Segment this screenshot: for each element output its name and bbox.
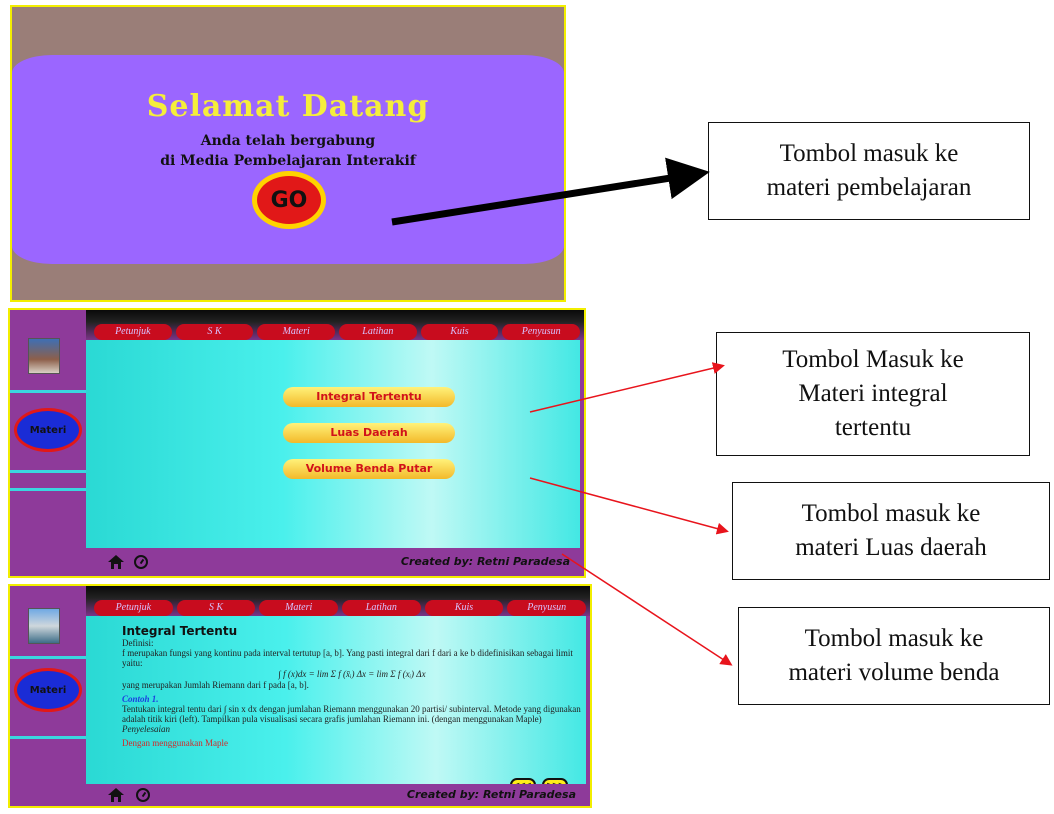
integral-content-panel: Materi Petunjuk S K Materi Latihan Kuis … — [8, 584, 592, 808]
thumbnail-image — [28, 608, 60, 644]
callout-volume-line-2: materi volume benda — [788, 659, 1000, 686]
callout-go: Tombol masuk ke materi pembelajaran — [708, 122, 1030, 220]
footer-bar: Created by: Retni Paradesa — [86, 548, 584, 576]
nav-materi[interactable]: Materi — [257, 324, 336, 340]
nav-petunjuk[interactable]: Petunjuk — [94, 600, 173, 616]
nav-latihan[interactable]: Latihan — [342, 600, 421, 616]
nav-penyusun[interactable]: Penyusun — [507, 600, 587, 616]
example-label: Contoh 1. — [122, 694, 159, 704]
callout-volume-line-1: Tombol masuk ke — [804, 625, 984, 652]
materi-sidebar-button[interactable]: Materi — [14, 668, 82, 712]
maple-text: Dengan menggunakan Maple — [122, 738, 228, 748]
nav-sk[interactable]: S K — [175, 324, 254, 340]
callout-luas-line-2: materi Luas daerah — [795, 534, 987, 561]
nav-penyusun[interactable]: Penyusun — [502, 324, 581, 340]
penyelesaian-label: Penyelesaian — [122, 724, 170, 734]
integral-formula: ∫ f (x)dx = lim Σ f (x̄ᵢ) Δx = lim Σ f (… — [278, 669, 426, 679]
waterfall-background — [86, 340, 580, 548]
riemann-text: yang merupakan Jumlah Riemann dari f pad… — [122, 680, 309, 690]
callout-luas: Tombol masuk ke materi Luas daerah — [732, 482, 1050, 580]
nav-bar: Petunjuk S K Materi Latihan Kuis Penyusu… — [94, 600, 587, 616]
callout-integral: Tombol Masuk ke Materi integral tertentu — [716, 332, 1030, 456]
credit-text: Created by: Retni Paradesa — [406, 788, 576, 801]
nav-bar: Petunjuk S K Materi Latihan Kuis Penyusu… — [94, 324, 581, 340]
volume-benda-putar-button[interactable]: Volume Benda Putar — [283, 459, 455, 479]
callout-luas-line-1: Tombol masuk ke — [801, 500, 981, 527]
welcome-panel: Selamat Datang Anda telah bergabung di M… — [10, 5, 566, 302]
callout-integral-line-2: Materi integral — [798, 380, 948, 407]
nav-latihan[interactable]: Latihan — [339, 324, 417, 340]
go-button[interactable]: GO — [252, 171, 326, 229]
sidebar: Materi — [10, 310, 86, 576]
sidebar-divider — [10, 390, 86, 393]
materi-sidebar-button[interactable]: Materi — [14, 408, 82, 452]
welcome-title: Selamat Datang — [146, 89, 430, 124]
footer-bar: Created by: Retni Paradesa — [86, 784, 590, 806]
sidebar-divider — [10, 656, 86, 659]
nav-kuis[interactable]: Kuis — [420, 324, 499, 340]
sidebar: Materi — [10, 586, 86, 806]
clock-icon[interactable] — [134, 555, 148, 569]
nav-sk[interactable]: S K — [176, 600, 256, 616]
materi-menu-panel: Materi Petunjuk S K Materi Latihan Kuis … — [8, 308, 586, 578]
definition-text: f merupakan fungsi yang kontinu pada int… — [122, 648, 573, 668]
callout-go-line-1: Tombol masuk ke — [779, 140, 959, 167]
integral-tertentu-button[interactable]: Integral Tertentu — [283, 387, 455, 407]
sidebar-divider — [10, 736, 86, 739]
thumbnail-image — [28, 338, 60, 374]
example-text: Tentukan integral tentu dari ∫ sin x dx … — [122, 704, 581, 724]
callout-integral-line-3: tertentu — [834, 414, 912, 441]
nav-materi[interactable]: Materi — [259, 600, 339, 616]
callout-integral-line-1: Tombol Masuk ke — [782, 346, 964, 373]
nav-kuis[interactable]: Kuis — [424, 600, 504, 616]
welcome-line-2: di Media Pembelajaran Interakif — [160, 153, 416, 169]
credit-text: Created by: Retni Paradesa — [400, 555, 570, 568]
clock-icon[interactable] — [136, 788, 150, 802]
sidebar-divider — [10, 470, 86, 473]
nav-petunjuk[interactable]: Petunjuk — [94, 324, 172, 340]
luas-daerah-button[interactable]: Luas Daerah — [283, 423, 455, 443]
home-icon[interactable] — [108, 555, 124, 569]
home-icon[interactable] — [108, 788, 124, 802]
lesson-heading: Integral Tertentu — [122, 624, 238, 638]
definisi-label: Definisi: — [122, 638, 154, 648]
callout-volume: Tombol masuk ke materi volume benda — [738, 607, 1050, 705]
lesson-text: Integral Tertentu Definisi: f merupakan … — [122, 624, 582, 748]
sidebar-divider — [10, 488, 86, 491]
callout-go-line-2: materi pembelajaran — [766, 174, 972, 201]
welcome-line-1: Anda telah bergabung — [200, 133, 376, 149]
